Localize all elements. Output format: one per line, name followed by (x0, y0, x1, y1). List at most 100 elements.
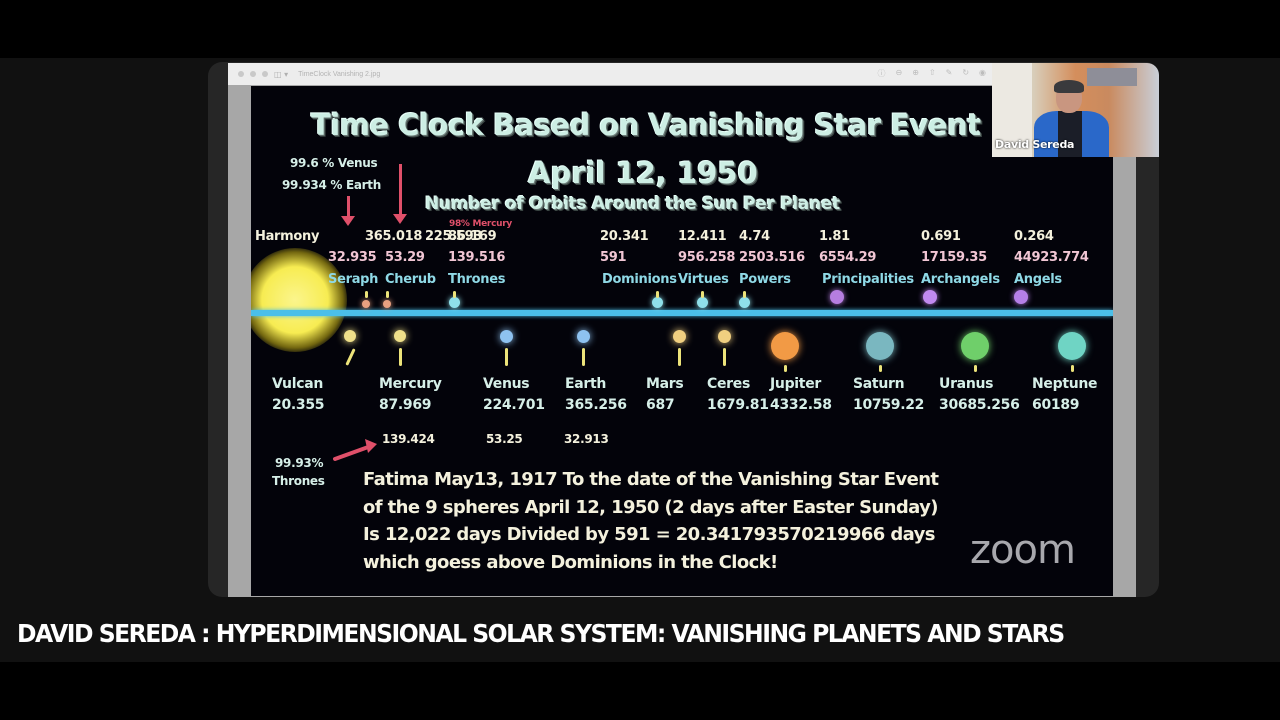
planet-stem (784, 365, 787, 372)
planet-stem (1071, 365, 1074, 372)
slide-image: Time Clock Based on Vanishing Star Event… (251, 86, 1113, 596)
fatima-paragraph: Fatima May13, 1917 To the date of the Va… (363, 466, 939, 576)
planet-label: Neptune (1032, 376, 1098, 392)
sphere-orbits: 1.81 (819, 229, 850, 244)
sphere-dot-icon (696, 297, 708, 308)
paragraph-line: of the 9 spheres April 12, 1950 (2 days … (363, 496, 939, 518)
sphere-orbits: 86.169 (448, 229, 497, 244)
note-venus: 99.6 % Venus (290, 156, 378, 170)
rotate-icon[interactable]: ↻ (962, 68, 969, 79)
sphere-dot-icon (830, 290, 844, 304)
planet-stem (974, 365, 977, 372)
sphere-dot-icon (448, 297, 460, 308)
planet-label: Jupiter (770, 376, 821, 392)
planet-label: Venus (483, 376, 530, 392)
planet-stem (582, 348, 585, 366)
planet-period: 10759.22 (853, 397, 925, 413)
planet-period: 4332.58 (770, 397, 832, 413)
extra-value: 32.913 (564, 432, 609, 446)
sphere-label: Powers (739, 272, 791, 287)
annotate-icon[interactable]: ◉ (979, 68, 986, 79)
planet-stem (505, 348, 508, 366)
sphere-stem (701, 291, 704, 298)
planet-stem (345, 348, 356, 366)
sphere-orbits: 365.018 (365, 229, 423, 244)
participant-video-tile[interactable]: David Sereda (992, 63, 1159, 157)
info-icon[interactable]: ⓘ (878, 68, 886, 79)
planet-label: Vulcan (272, 376, 324, 392)
sphere-dot-icon (923, 290, 937, 304)
zoom-in-icon[interactable]: ⊕ (912, 68, 919, 79)
planet-label: Ceres (707, 376, 751, 392)
planet-stem (399, 348, 402, 366)
sphere-orbits: 4.74 (739, 229, 770, 244)
sphere-label: Thrones (448, 272, 506, 287)
planet-dot-icon (499, 330, 513, 343)
sphere-period: 591 (600, 250, 627, 265)
sphere-stem (743, 291, 746, 298)
paragraph-line: Is 12,022 days Divided by 591 = 20.34179… (363, 524, 935, 545)
planet-period: 20.355 (272, 397, 325, 413)
thrones-note-pct: 99.93% (275, 456, 324, 470)
planet-dot-icon (344, 330, 356, 342)
planet-dot-icon (866, 332, 894, 360)
video-frame: ◫ ▾ TimeClock Vanishing 2.jpg ⓘ ⊖ ⊕ ⇧ ✎ … (0, 0, 1280, 720)
planet-period: 365.256 (565, 397, 627, 413)
slide-subtitle: Number of Orbits Around the Sun Per Plan… (425, 194, 840, 214)
sidebar-toggle-icon[interactable]: ◫ ▾ (274, 70, 288, 79)
orbit-line (251, 310, 1113, 316)
sphere-period: 32.935 (328, 250, 377, 265)
minimize-button[interactable] (250, 71, 256, 77)
arrow-venus-icon (393, 164, 407, 224)
viewer-file-title: TimeClock Vanishing 2.jpg (298, 70, 381, 78)
planet-stem (723, 348, 726, 366)
thrones-note-label: Thrones (272, 474, 325, 488)
sphere-dot-icon (651, 297, 663, 308)
note-earth: 99.934 % Earth (282, 178, 381, 192)
sphere-orbits: 20.341 (600, 229, 649, 244)
sphere-period: 53.29 (385, 250, 425, 265)
sphere-period: 17159.35 (921, 250, 987, 265)
sphere-period: 2503.516 (739, 250, 805, 265)
planet-dot-icon (771, 332, 799, 360)
sphere-stem (656, 291, 659, 298)
close-button[interactable] (238, 71, 244, 77)
sphere-label: Dominions (602, 272, 677, 287)
sphere-period: 139.516 (448, 250, 506, 265)
sphere-period: 6554.29 (819, 250, 877, 265)
sphere-label: Archangels (921, 272, 1000, 287)
sphere-label: Angels (1014, 272, 1062, 287)
planet-period: 1679.81 (707, 397, 769, 413)
planet-period: 60189 (1032, 397, 1080, 413)
note-mercury: 98% Mercury (449, 219, 512, 229)
planet-label: Uranus (939, 376, 994, 392)
slide-title: Time Clock Based on Vanishing Star Event (311, 108, 981, 142)
sphere-orbits: 12.411 (678, 229, 727, 244)
sphere-orbits: 0.691 (921, 229, 961, 244)
sphere-period: 956.258 (678, 250, 736, 265)
planet-dot-icon (1058, 332, 1086, 360)
planet-label: Mercury (379, 376, 442, 392)
planet-dot-icon (717, 330, 731, 343)
sphere-period: 44923.774 (1014, 250, 1089, 265)
planet-stem (678, 348, 681, 366)
zoom-watermark-logo: zoom (970, 527, 1076, 573)
participant-name: David Sereda (995, 138, 1075, 151)
maximize-button[interactable] (262, 71, 268, 77)
harmony-label: Harmony (255, 229, 320, 244)
sphere-stem (453, 291, 456, 298)
planet-stem (879, 365, 882, 372)
sphere-label: Seraph (328, 272, 379, 287)
markup-icon[interactable]: ✎ (946, 68, 953, 79)
sphere-dot-icon (362, 300, 370, 308)
arrow-earth-icon (341, 196, 355, 226)
sphere-dot-icon (738, 297, 750, 308)
planet-dot-icon (394, 330, 406, 342)
video-caption: DAVID SEREDA : HYPERDIMENSIONAL SOLAR SY… (17, 619, 1065, 648)
sphere-label: Virtues (678, 272, 729, 287)
share-icon[interactable]: ⇧ (929, 68, 936, 79)
zoom-out-icon[interactable]: ⊖ (896, 68, 903, 79)
planet-period: 30685.256 (939, 397, 1020, 413)
planet-dot-icon (672, 330, 686, 343)
extra-value: 139.424 (382, 432, 435, 446)
